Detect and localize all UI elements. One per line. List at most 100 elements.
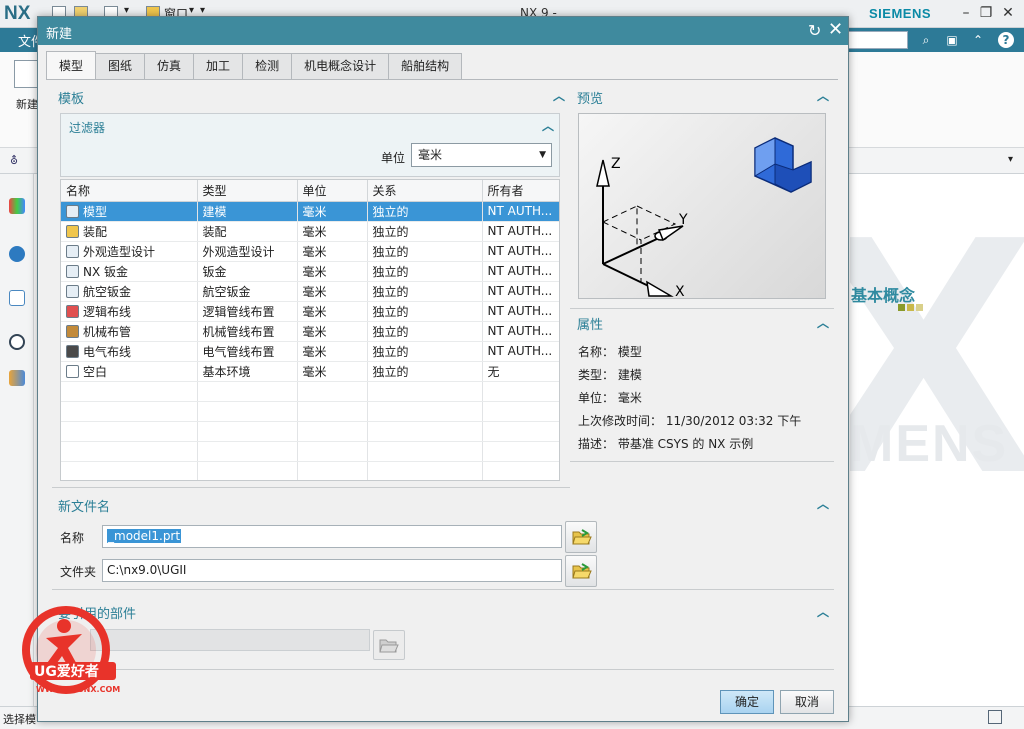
welcome-background: X 基本概念 MENS — [850, 174, 1024, 706]
folder-label: 文件夹 — [60, 565, 97, 579]
shape-studio-icon — [66, 244, 79, 258]
close-icon[interactable]: ✕ — [828, 19, 843, 40]
command-search-input[interactable] — [848, 31, 908, 49]
table-row[interactable]: 外观造型设计 外观造型设计 毫米 独立的 NT AUTH... — [61, 241, 559, 262]
chevron-down-icon[interactable]: ▾ — [189, 5, 194, 16]
table-cell-name: NX 钣金 — [61, 261, 198, 282]
new-file-icon[interactable] — [14, 60, 38, 88]
table-cell-owner: NT AUTH... — [482, 241, 559, 262]
table-cell-empty — [61, 381, 198, 402]
collapse-icon[interactable]: ︿ — [541, 119, 555, 133]
browse-reference-button — [373, 630, 405, 660]
open-folder-icon — [572, 529, 592, 545]
collapse-icon[interactable]: ︿ — [816, 605, 830, 619]
table-row[interactable]: 模型 建模 毫米 独立的 NT AUTH... — [61, 201, 559, 222]
table-cell-relation: 独立的 — [367, 261, 483, 282]
chevron-down-icon: ▼ — [539, 150, 546, 160]
unit-dropdown[interactable]: 毫米 ▼ — [411, 143, 552, 167]
cancel-button[interactable]: 取消 — [780, 690, 834, 714]
table-cell-empty — [482, 381, 559, 402]
selection-filter-icon[interactable]: ⛢ — [10, 154, 18, 167]
column-header-type[interactable]: 类型 — [197, 180, 298, 202]
logical-routing-icon — [66, 304, 79, 318]
clock-icon[interactable] — [9, 334, 25, 350]
column-header-relation[interactable]: 关系 — [367, 180, 483, 202]
table-cell-text: 航空钣金 — [83, 284, 132, 299]
window-toggle-icon[interactable]: ▣ — [944, 32, 960, 48]
dialog-titlebar[interactable]: 新建 ↻ ✕ — [38, 17, 848, 45]
tab-divider — [46, 79, 838, 80]
tab-simulation[interactable]: 仿真 — [144, 53, 195, 79]
table-row-empty — [61, 401, 559, 422]
sheet-metal-icon — [66, 264, 79, 278]
table-cell-text: 无 — [487, 364, 500, 379]
tab-manufacturing[interactable]: 加工 — [193, 53, 244, 79]
column-header-unit[interactable]: 单位 — [297, 180, 368, 202]
z-axis-label: Z — [611, 156, 621, 172]
table-row[interactable]: 逻辑布线 逻辑管线布置 毫米 独立的 NT AUTH... — [61, 301, 559, 322]
ok-button[interactable]: 确定 — [720, 690, 774, 714]
part-navigator-icon[interactable] — [9, 198, 25, 214]
minimize-icon[interactable]: – — [956, 4, 976, 22]
table-cell-empty — [61, 421, 198, 442]
search-icon[interactable]: ⌕ — [918, 32, 934, 48]
restore-icon[interactable]: ❐ — [976, 4, 996, 22]
tab-model[interactable]: 模型 — [46, 51, 97, 79]
table-cell-empty — [197, 461, 298, 480]
tab-mechatronics[interactable]: 机电概念设计 — [291, 53, 390, 79]
tab-ship-structures[interactable]: 船舶结构 — [388, 53, 463, 79]
template-preview: Z Y X — [578, 113, 826, 300]
browse-folder-button[interactable] — [565, 555, 597, 587]
table-row[interactable]: 电气布线 电气管线布置 毫米 独立的 NT AUTH... — [61, 341, 559, 362]
table-row[interactable]: 航空钣金 航空钣金 毫米 独立的 NT AUTH... — [61, 281, 559, 302]
browse-name-button[interactable] — [565, 521, 597, 553]
chevron-down-icon[interactable]: ▾ — [200, 5, 205, 16]
collapse-icon[interactable]: ︿ — [816, 89, 830, 103]
table-cell-empty — [297, 421, 368, 442]
chevron-down-icon[interactable]: ▾ — [124, 5, 129, 16]
table-cell-text: 航空钣金 — [202, 284, 251, 299]
table-cell-text: NT AUTH... — [487, 324, 553, 338]
column-header-name[interactable]: 名称 — [61, 180, 198, 202]
help-icon[interactable]: ? — [998, 32, 1014, 48]
table-row[interactable]: 装配 装配 毫米 独立的 NT AUTH... — [61, 221, 559, 242]
collapse-icon[interactable]: ︿ — [816, 497, 830, 511]
fullscreen-icon[interactable] — [988, 710, 1002, 724]
file-name-input[interactable]: _model1.prt — [102, 525, 562, 548]
table-row[interactable]: 机械布管 机械管线布置 毫米 独立的 NT AUTH... — [61, 321, 559, 342]
folder-input[interactable]: C:\nx9.0\UGII — [102, 559, 562, 582]
tab-drawing[interactable]: 图纸 — [95, 53, 146, 79]
tab-inspection[interactable]: 检测 — [242, 53, 293, 79]
table-cell-text: 独立的 — [372, 304, 409, 319]
table-cell-text: 毫米 — [302, 244, 327, 259]
filter-title: 过滤器 — [69, 121, 106, 135]
table-cell-empty — [197, 421, 298, 442]
table-row-empty — [61, 461, 559, 480]
table-cell-unit: 毫米 — [297, 201, 368, 222]
chevron-down-icon[interactable]: ▾ — [1008, 154, 1013, 165]
collapse-icon[interactable]: ︿ — [552, 89, 566, 103]
mechanical-piping-icon — [66, 324, 79, 338]
reset-icon[interactable]: ↻ — [808, 21, 821, 40]
new-file-section-title: 新文件名 — [58, 500, 111, 515]
collapse-icon[interactable]: ︿ — [816, 316, 830, 330]
history-icon[interactable] — [9, 246, 25, 262]
chevron-up-icon[interactable]: ⌃ — [970, 32, 986, 48]
dialog-title: 新建 — [46, 27, 73, 42]
ug-logo-graphic: UG爱好者 WWW.UGSNX.COM — [22, 606, 120, 694]
status-text: 选择模 — [3, 713, 36, 726]
table-row[interactable]: NX 钣金 钣金 毫米 独立的 NT AUTH... — [61, 261, 559, 282]
table-cell-text: 独立的 — [372, 244, 409, 259]
reference-part-input — [90, 629, 370, 651]
column-header-owner[interactable]: 所有者 — [482, 180, 559, 202]
table-row[interactable]: 空白 基本环境 毫米 独立的 无 — [61, 361, 559, 382]
property-description: 描述： 带基准 CSYS 的 NX 示例 — [578, 437, 754, 451]
web-browser-icon[interactable] — [9, 290, 25, 306]
table-cell-unit: 毫米 — [297, 221, 368, 242]
table-cell-empty — [197, 441, 298, 462]
close-icon[interactable]: ✕ — [998, 4, 1018, 22]
new-button-label[interactable]: 新建 — [16, 96, 38, 112]
roles-icon[interactable] — [9, 370, 25, 386]
table-cell-name: 航空钣金 — [61, 281, 198, 302]
table-cell-relation: 独立的 — [367, 321, 483, 342]
